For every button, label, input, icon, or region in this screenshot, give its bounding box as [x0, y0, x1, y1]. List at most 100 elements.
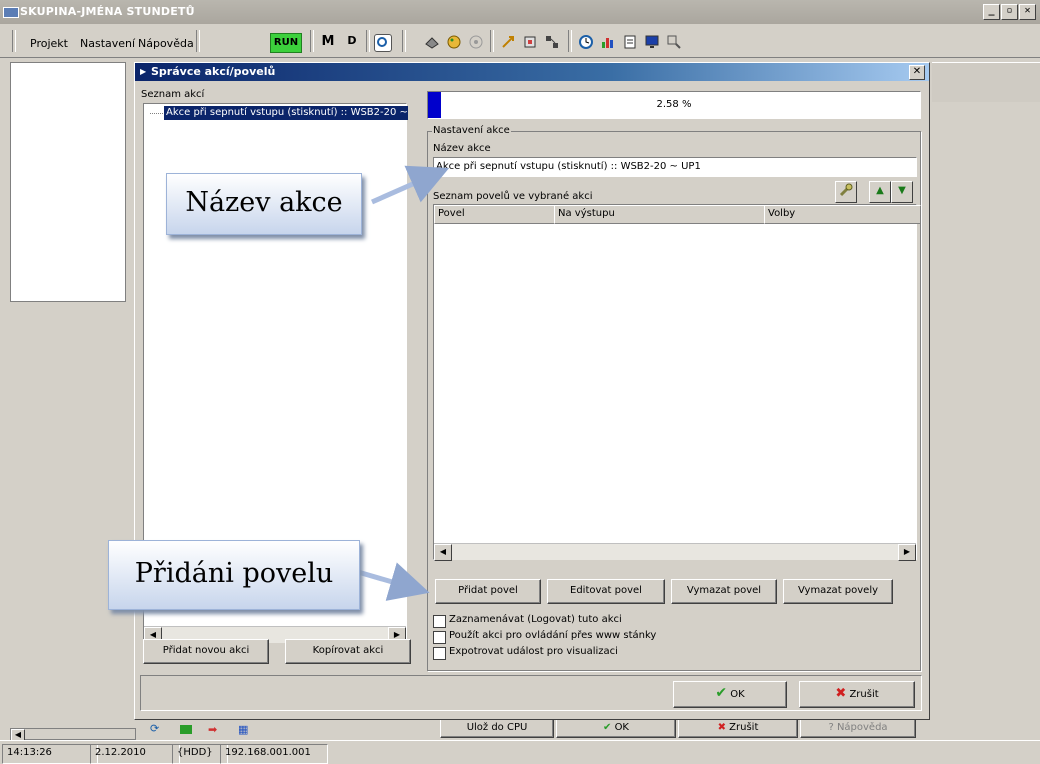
refresh-icon[interactable] [374, 34, 392, 52]
help-icon: ? [828, 722, 834, 733]
ok-label: OK [730, 689, 745, 700]
palette-icon[interactable] [446, 34, 462, 50]
menu-nastaveni[interactable]: Nastavení [80, 37, 135, 50]
toolbar-separator [490, 30, 494, 52]
side-panel [932, 62, 1040, 102]
progress-bar: 2.58 % [427, 91, 921, 119]
dialog-title: Správce akcí/povelů [151, 65, 276, 78]
d-button[interactable]: D [344, 34, 360, 50]
app-icon [3, 7, 19, 18]
delete-command-button[interactable]: Vymazat povel [671, 579, 777, 604]
tools-icon[interactable] [500, 34, 516, 50]
target-icon[interactable] [468, 34, 484, 50]
column-header-na-vystupu[interactable]: Na výstupu [554, 205, 769, 224]
eraser-icon[interactable] [424, 34, 440, 50]
export-visualization-label: Expotrovat událost pro visualizaci [449, 646, 618, 657]
behind-cancel-label: Zrušit [729, 722, 759, 733]
toolbar-separator [568, 30, 572, 52]
arrow-down-icon: ▼ [898, 185, 906, 196]
project-tree-pane[interactable] [10, 62, 126, 302]
callout-add-command: Přidáni povelu [108, 540, 360, 610]
tree-connector [150, 113, 163, 114]
behind-help-button[interactable]: ? Nápověda [800, 718, 916, 738]
action-settings-label: Nastavení akce [432, 125, 511, 136]
export-visualization-checkbox[interactable] [433, 647, 446, 660]
scroll-right-icon[interactable]: ▶ [898, 544, 916, 561]
monitor-icon[interactable] [644, 34, 660, 50]
app-title-bar: SKUPINA-JMÉNA STUNDETŮ _ ▫ ✕ [0, 0, 1040, 24]
behind-ok-button[interactable]: ✔ OK [556, 718, 676, 738]
ok-button[interactable]: ✔ OK [673, 681, 787, 708]
dialog-button-panel: ✔ OK ✖ Zrušit [140, 675, 922, 711]
check-icon: ✔ [715, 685, 728, 701]
cancel-button[interactable]: ✖ Zrušit [799, 681, 915, 708]
log-action-label: Zaznamenávat (Logovat) tuto akci [449, 614, 622, 625]
wrench-icon [839, 183, 853, 197]
bottom-icons: ⟳ ➡ ▦ [146, 722, 266, 738]
dialog-title-bar: ▶ Správce akcí/povelů ✕ [135, 63, 929, 81]
menu-bar: Projekt Nastavení Nápověda RUN M D [0, 24, 1040, 58]
chart-icon[interactable]: ▦ [238, 723, 248, 736]
arrow-up-icon: ▲ [876, 185, 884, 196]
save-to-cpu-label: Ulož do CPU [466, 722, 528, 733]
edit-wrench-button[interactable] [835, 181, 857, 203]
scroll-left-icon[interactable]: ◀ [434, 544, 452, 561]
toolbar-separator [402, 30, 406, 52]
copy-action-button[interactable]: Kopírovat akci [285, 639, 411, 664]
move-up-button[interactable]: ▲ [869, 181, 891, 203]
status-bar: 14:13:26 2.12.2010 {HDD} 192.168.001.001 [0, 740, 1040, 764]
action-name-input[interactable]: Akce při sepnutí vstupu (stisknutí) :: W… [433, 157, 917, 177]
column-header-volby[interactable]: Volby [764, 205, 921, 224]
column-header-povel[interactable]: Povel [434, 205, 559, 224]
menu-projekt[interactable]: Projekt [30, 37, 68, 50]
progress-text: 2.58 % [656, 99, 692, 110]
close-button[interactable]: ✕ [1019, 4, 1036, 20]
commands-list-label: Seznam povelů ve vybrané akci [433, 191, 593, 202]
green-icon[interactable] [180, 725, 192, 734]
status-date: 2.12.2010 [90, 744, 180, 764]
status-time: 14:13:26 [2, 744, 98, 764]
export-icon[interactable]: ➡ [208, 723, 217, 736]
actions-list-label: Seznam akcí [141, 89, 205, 100]
behind-ok-label: OK [614, 722, 629, 733]
add-action-button[interactable]: Přidat novou akci [143, 639, 269, 664]
refresh-icon[interactable]: ⟳ [150, 722, 159, 735]
dialog-close-button[interactable]: ✕ [909, 65, 925, 80]
edit-command-button[interactable]: Editovat povel [547, 579, 665, 604]
tree-item-selected-action[interactable]: Akce při sepnutí vstupu (stisknutí) :: W… [164, 106, 408, 120]
x-icon: ✖ [717, 722, 726, 733]
menu-napoveda[interactable]: Nápověda [138, 37, 194, 50]
commands-list[interactable]: Povel Na výstupu Volby ◀ ▶ [433, 204, 921, 561]
behind-help-label: Nápověda [836, 722, 888, 733]
zoom-icon[interactable] [666, 34, 682, 50]
clock-icon[interactable] [578, 34, 594, 50]
minimize-button[interactable]: _ [983, 4, 1000, 20]
window-controls: _ ▫ ✕ [983, 4, 1036, 20]
add-command-button[interactable]: Přidat povel [435, 579, 541, 604]
save-to-cpu-button[interactable]: Ulož do CPU [440, 718, 554, 738]
horizontal-scrollbar[interactable]: ◀ [10, 728, 136, 741]
maximize-button[interactable]: ▫ [1001, 4, 1018, 20]
cancel-label: Zrušit [849, 689, 879, 700]
network-icon[interactable] [544, 34, 560, 50]
toolbar-separator [366, 30, 370, 52]
toolbar-separator [196, 30, 200, 52]
document-icon[interactable] [622, 34, 638, 50]
behind-cancel-button[interactable]: ✖ Zrušit [678, 718, 798, 738]
move-down-button[interactable]: ▼ [891, 181, 913, 203]
chip-icon[interactable] [522, 34, 538, 50]
delete-commands-button[interactable]: Vymazat povely [783, 579, 893, 604]
web-control-label: Použít akci pro ovládání přes www stánky [449, 630, 657, 641]
m-button[interactable]: M [320, 34, 336, 50]
log-action-checkbox[interactable] [433, 615, 446, 628]
commands-horizontal-scrollbar[interactable]: ◀ ▶ [434, 543, 916, 561]
run-button[interactable]: RUN [270, 33, 302, 53]
action-name-label: Název akce [433, 143, 491, 154]
dialog-arrow-icon: ▶ [140, 67, 147, 76]
toolbar-separator [12, 30, 16, 52]
web-control-checkbox[interactable] [433, 631, 446, 644]
x-icon: ✖ [835, 686, 847, 701]
chart-icon[interactable] [600, 34, 616, 50]
app-title: SKUPINA-JMÉNA STUNDETŮ [20, 5, 195, 18]
check-icon: ✔ [602, 722, 612, 733]
